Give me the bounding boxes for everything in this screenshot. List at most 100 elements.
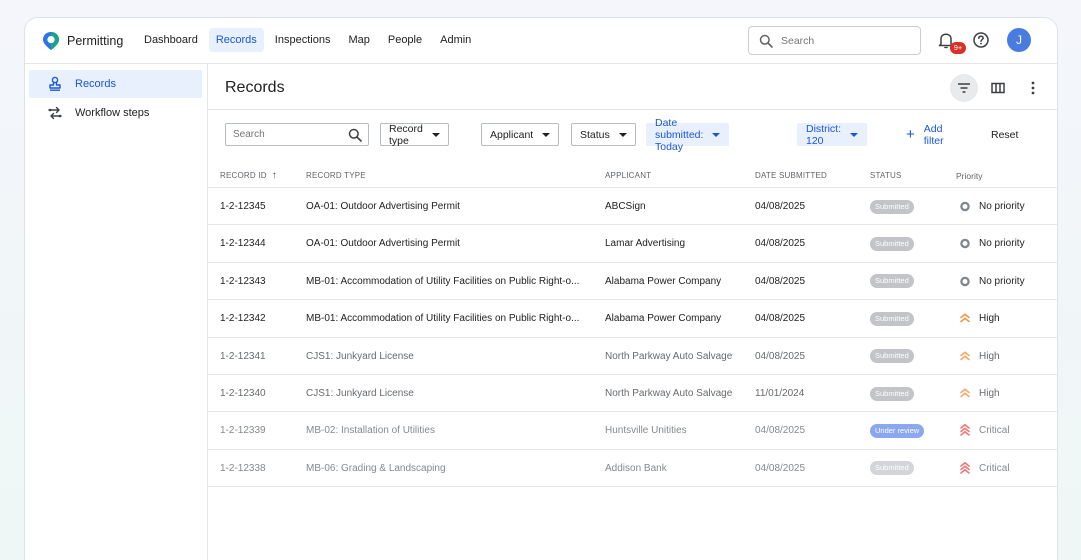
record-type-cell: MB-02: Installation of Utilities xyxy=(306,425,435,437)
global-search[interactable] xyxy=(748,26,921,55)
table-search-input[interactable] xyxy=(233,129,343,140)
applicant-cell: Addison Bank xyxy=(605,462,667,474)
applicant-cell: ABCSign xyxy=(605,201,646,212)
record-type-cell: CJS1: Junkyard License xyxy=(306,350,414,362)
columns-button[interactable] xyxy=(984,74,1012,102)
status-badge: Submitted xyxy=(870,236,914,251)
applicant-cell: Alabama Power Company xyxy=(605,275,722,287)
table-row[interactable]: 1-2-12338 MB-06: Grading & Landscaping Add… xyxy=(208,450,1057,488)
more-options-button[interactable] xyxy=(1019,74,1047,102)
nav-people[interactable]: People xyxy=(381,28,429,52)
chevron-down-icon xyxy=(850,132,858,137)
priority-critical-icon xyxy=(960,461,970,474)
priority-cell: No priority xyxy=(979,275,1025,287)
nav-inspections[interactable]: Inspections xyxy=(268,28,338,52)
workflow-icon xyxy=(48,106,62,120)
filter-icon xyxy=(958,83,970,93)
global-search-input[interactable] xyxy=(781,34,901,47)
priority-cell: Critical xyxy=(979,462,1010,474)
more-vert-icon xyxy=(1031,81,1035,95)
record-type-cell: MB-01: Accommodation of Utility Faciliti… xyxy=(306,275,580,287)
chevron-down-icon xyxy=(542,132,551,137)
page-title: Records xyxy=(225,79,285,96)
status-badge: Under review xyxy=(870,423,925,438)
table-header: RECORD ID ↑ RECORD TYPE APPLICANT DATE SU… xyxy=(208,163,1057,188)
date-submitted-cell: 11/01/2024 xyxy=(755,388,805,399)
filter-district[interactable]: District: 120 xyxy=(797,122,867,147)
record-id-cell: 1-2-12338 xyxy=(220,462,266,474)
priority-cell: Critical xyxy=(979,425,1010,437)
table-row[interactable]: 1-2-12342 MB-01: Accommodation of Utility… xyxy=(208,300,1057,338)
nav-admin[interactable]: Admin xyxy=(433,28,478,52)
status-badge: Submitted xyxy=(870,386,914,401)
record-id-cell: 1-2-12344 xyxy=(220,238,266,250)
column-header-applicant[interactable]: APPLICANT xyxy=(605,171,651,180)
sidebar: Records Workflow steps xyxy=(25,64,208,560)
table-search[interactable] xyxy=(225,123,369,146)
table-row[interactable]: 1-2-12345 OA-01: Outdoor Advertising Perm… xyxy=(208,188,1057,226)
date-submitted-cell: 04/08/2025 xyxy=(755,462,806,474)
chip-label: Status xyxy=(580,128,610,141)
record-id-cell: 1-2-12345 xyxy=(220,201,266,212)
status-badge: Submitted xyxy=(870,311,914,326)
chevron-down-icon xyxy=(712,132,721,137)
sidebar-item-label: Workflow steps xyxy=(75,107,150,119)
notification-badge: 9+ xyxy=(950,42,966,54)
chip-label: Date submitted: Today xyxy=(655,116,704,153)
status-badge: Submitted xyxy=(870,461,914,476)
help-icon[interactable] xyxy=(972,31,990,49)
table-row[interactable]: 1-2-12341 CJS1: Junkyard License North Par… xyxy=(208,338,1057,375)
record-id-cell: 1-2-12343 xyxy=(220,275,266,287)
record-id-cell: 1-2-12342 xyxy=(220,313,266,325)
chip-label: District: 120 xyxy=(806,122,841,147)
applicant-cell: Lamar Advertising xyxy=(605,238,686,250)
priority-cell: No priority xyxy=(979,201,1025,212)
column-header-record-type[interactable]: RECORD TYPE xyxy=(306,171,366,180)
column-header-date-submitted[interactable]: DATE SUBMITTED xyxy=(755,171,827,180)
filter-applicant[interactable]: Applicant xyxy=(481,123,560,146)
nav-map[interactable]: Map xyxy=(341,28,376,52)
priority-cell: High xyxy=(979,388,1000,399)
filter-toggle-button[interactable] xyxy=(950,74,978,102)
record-id-cell: 1-2-12340 xyxy=(220,388,266,399)
table-row[interactable]: 1-2-12343 MB-01: Accommodation of Utility… xyxy=(208,263,1057,301)
column-header-status[interactable]: STATUS xyxy=(870,171,902,180)
chip-label: Record type xyxy=(389,122,423,147)
avatar[interactable]: J xyxy=(1007,28,1031,52)
columns-icon xyxy=(991,82,1005,94)
filter-status[interactable]: Status xyxy=(571,123,636,146)
nav-records[interactable]: Records xyxy=(208,28,264,52)
filter-date-submitted[interactable]: Date submitted: Today xyxy=(646,117,730,153)
app-logo[interactable]: Permitting xyxy=(41,31,123,51)
column-header-priority[interactable]: Priority xyxy=(956,171,982,181)
sidebar-item-records[interactable]: Records xyxy=(29,70,202,98)
record-type-cell: MB-06: Grading & Landscaping xyxy=(306,462,446,474)
date-submitted-cell: 04/08/2025 xyxy=(755,201,806,212)
chip-label: Applicant xyxy=(490,128,534,141)
table-row[interactable]: 1-2-12339 MB-02: Installation of Utilitie… xyxy=(208,412,1057,450)
record-type-cell: CJS1: Junkyard License xyxy=(306,388,414,399)
date-submitted-cell: 04/08/2025 xyxy=(755,238,806,250)
table-row[interactable]: 1-2-12340 CJS1: Junkyard License North Par… xyxy=(208,375,1057,413)
priority-high-icon xyxy=(960,388,970,398)
sidebar-item-workflow-steps[interactable]: Workflow steps xyxy=(29,99,202,127)
status-badge: Submitted xyxy=(870,274,914,289)
add-filter-button[interactable]: + Add filter xyxy=(906,123,944,147)
status-badge: Submitted xyxy=(870,349,914,364)
reset-button[interactable]: Reset xyxy=(991,123,1018,146)
search-icon xyxy=(348,128,362,142)
location-pin-icon xyxy=(43,32,59,50)
date-submitted-cell: 04/08/2025 xyxy=(755,425,806,437)
main-nav: Dashboard Records Inspections Map People… xyxy=(137,28,482,52)
no-priority-icon xyxy=(960,276,970,286)
stamp-icon xyxy=(49,76,61,91)
chevron-down-icon xyxy=(618,132,627,137)
nav-dashboard[interactable]: Dashboard xyxy=(137,28,205,52)
column-header-record-id[interactable]: RECORD ID ↑ xyxy=(220,171,277,181)
record-type-cell: OA-01: Outdoor Advertising Permit xyxy=(306,201,460,212)
filter-record-type[interactable]: Record type xyxy=(380,122,449,147)
date-submitted-cell: 04/08/2025 xyxy=(755,313,806,325)
date-submitted-cell: 04/08/2025 xyxy=(755,275,806,287)
applicant-cell: North Parkway Auto Salvage xyxy=(605,388,733,399)
table-row[interactable]: 1-2-12344 OA-01: Outdoor Advertising Perm… xyxy=(208,225,1057,263)
